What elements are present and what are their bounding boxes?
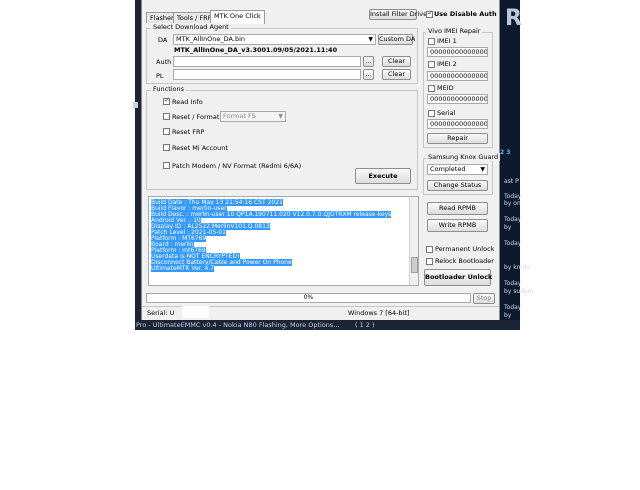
forum-thread-pages[interactable]: ( 1 2 ) xyxy=(355,321,375,329)
da-select-value: MTK_AllInOne_DA.bin xyxy=(176,35,246,43)
left-edge-marker xyxy=(133,102,138,108)
reset-format-label: Reset / Format xyxy=(172,113,220,121)
pl-clear-button[interactable]: Clear xyxy=(382,69,411,80)
forum-side-line: Today xyxy=(504,216,522,223)
imei-repair-group-label: Vivo IMEI Repair xyxy=(426,27,483,35)
use-disable-auth-checkbox[interactable] xyxy=(426,9,433,18)
change-status-button[interactable]: Change Status xyxy=(427,180,488,191)
auth-clear-button[interactable]: Clear xyxy=(382,56,411,67)
forum-side-line: by kmdv xyxy=(504,264,530,271)
forum-side-line: by xyxy=(504,312,512,319)
chevron-down-icon: ▼ xyxy=(480,166,485,173)
custom-da-button[interactable]: Custom DA xyxy=(378,34,415,45)
tab-mtk-one-click[interactable]: MTK One Click xyxy=(210,10,265,24)
progress-text: 0% xyxy=(303,294,314,301)
log-line: UltimateMTK Ver. 4.7 xyxy=(151,265,214,272)
pl-path-field[interactable] xyxy=(173,69,361,80)
reset-mi-account-checkbox[interactable] xyxy=(163,144,170,151)
knox-status-select[interactable]: Completed ▼ xyxy=(427,164,488,175)
read-info-label: Read Info xyxy=(172,98,203,106)
meid-label: MEID xyxy=(437,84,454,92)
serial-status-text: Serial: U xyxy=(147,309,175,317)
imei2-field[interactable]: 000000000000000 xyxy=(427,71,488,81)
log-scrollbar[interactable] xyxy=(409,197,418,285)
use-disable-auth-label: Use Disable Auth xyxy=(434,10,497,18)
forum-side-line: Today xyxy=(504,304,522,311)
auth-path-field[interactable] xyxy=(173,56,361,67)
pl-label: PL xyxy=(156,72,164,80)
auth-label: Auth xyxy=(156,58,172,66)
imei2-label: IMEI 2 xyxy=(437,60,457,68)
os-status-text: Windows 7 [64-bit] xyxy=(348,309,410,317)
reset-format-checkbox[interactable] xyxy=(163,113,170,120)
pl-browse-button[interactable]: ... xyxy=(363,69,374,80)
forum-side-line: by xyxy=(504,224,512,231)
chevron-down-icon: ▼ xyxy=(278,113,283,120)
patch-modem-checkbox[interactable] xyxy=(163,162,170,169)
format-type-value: Format FS xyxy=(223,112,256,120)
forum-side-line: by on xyxy=(504,200,521,207)
forum-thread-link[interactable]: Pro - UltimateEMMC v0.4 - Nokia N80 Flas… xyxy=(136,321,340,329)
app-window: Flasher Tools / FRP MTK One Click Instal… xyxy=(141,0,501,321)
serial-label: Serial xyxy=(437,109,456,117)
knox-status-value: Completed xyxy=(430,165,466,173)
log-scrollbar-thumb[interactable] xyxy=(411,257,418,273)
install-filter-driver-button[interactable]: Install Filter Driver xyxy=(369,9,430,20)
forum-page-numbers[interactable]: 2 3 xyxy=(500,149,510,156)
reset-frp-checkbox[interactable] xyxy=(163,128,170,135)
progress-bar: 0% xyxy=(146,293,471,303)
patch-modem-label: Patch Modem / NV Format (Redmi 6/6A) xyxy=(172,162,302,170)
reset-mi-account-label: Reset Mi Account xyxy=(172,144,228,152)
relock-bootloader-label: Relock Bootloader xyxy=(435,257,494,265)
download-agent-group-label: Select Download Agent xyxy=(151,23,231,31)
forum-logo-letter: R xyxy=(505,6,522,31)
meid-checkbox[interactable] xyxy=(428,85,435,92)
serial-checkbox[interactable] xyxy=(428,110,435,117)
repair-button[interactable]: Repair xyxy=(427,133,488,144)
knox-group-label: Samsung Knox Guard xyxy=(426,153,501,161)
forum-side-line: Today xyxy=(504,193,522,200)
da-select[interactable]: MTK_AllInOne_DA.bin ▼ xyxy=(173,34,376,45)
chevron-down-icon: ▼ xyxy=(368,36,373,43)
da-label: DA xyxy=(158,36,168,44)
execute-button[interactable]: Execute xyxy=(355,168,411,184)
permanent-unlock-checkbox[interactable] xyxy=(426,246,433,253)
serial-field[interactable]: 0000000000000000 xyxy=(427,119,488,129)
read-info-checkbox[interactable] xyxy=(163,96,170,105)
forum-side-line: Today xyxy=(504,280,522,287)
auth-browse-button[interactable]: ... xyxy=(363,56,374,67)
imei2-checkbox[interactable] xyxy=(428,61,435,68)
bootloader-unlock-button[interactable]: Bootloader Unlock xyxy=(424,269,492,286)
relock-bootloader-checkbox[interactable] xyxy=(426,258,433,265)
permanent-unlock-label: Permanent Unlock xyxy=(435,245,495,253)
reset-frp-label: Reset FRP xyxy=(172,128,205,136)
functions-group-label: Functions xyxy=(151,85,187,93)
da-version-text: MTK_AllInOne_DA_v3.3001.09/05/2021.11:40 xyxy=(174,46,338,54)
format-type-select[interactable]: Format FS ▼ xyxy=(220,111,286,122)
write-rpmb-button[interactable]: Write RPMB xyxy=(427,219,488,232)
imei1-label: IMEI 1 xyxy=(437,37,457,45)
stop-button[interactable]: Stop xyxy=(473,293,495,304)
forum-side-line: by sudam xyxy=(504,288,534,295)
log-output[interactable]: Build Date : Thu May 13 21:54:16 CST 202… xyxy=(148,196,419,286)
meid-field[interactable]: 00000000000000 xyxy=(427,94,488,104)
forum-side-line: ast P xyxy=(504,178,519,185)
forum-side-line: Today xyxy=(504,240,522,247)
read-rpmb-button[interactable]: Read RPMB xyxy=(427,202,488,215)
imei1-field[interactable]: 000000000000000 xyxy=(427,47,488,57)
imei1-checkbox[interactable] xyxy=(428,38,435,45)
serial-redaction xyxy=(182,306,209,318)
